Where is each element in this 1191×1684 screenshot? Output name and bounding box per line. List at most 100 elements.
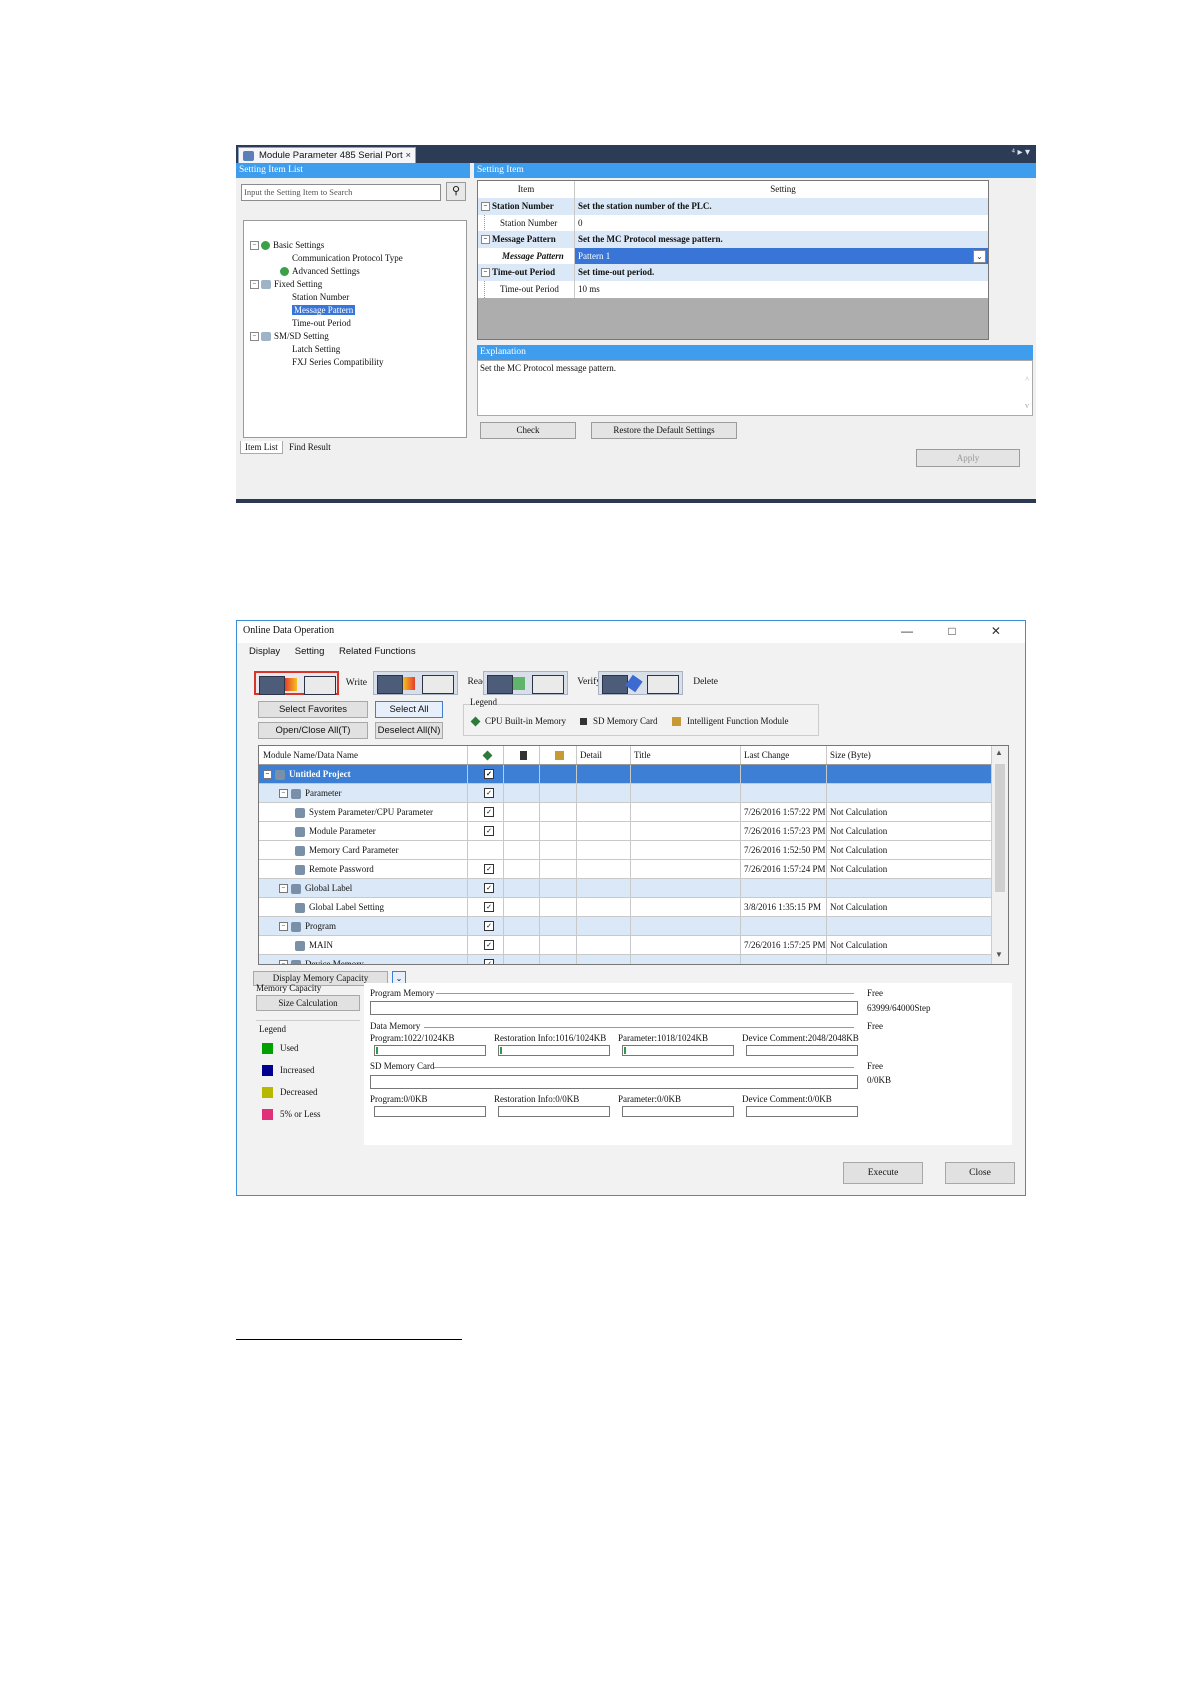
collapse-icon[interactable]: − <box>250 280 259 290</box>
data-item-icon <box>295 864 305 875</box>
row-name-cell: − Global Label <box>259 879 467 897</box>
open-close-all-button[interactable]: Open/Close All(T) <box>258 722 368 739</box>
dropdown-arrow-icon[interactable]: ⌄ <box>973 249 986 263</box>
scroll-up-icon[interactable]: ▲ <box>995 748 1003 757</box>
verify-mode-button[interactable]: Verify <box>483 671 601 695</box>
write-mode-button[interactable]: Write <box>254 671 367 695</box>
tree-item[interactable]: − Basic Settings <box>250 240 324 251</box>
close-tab-icon[interactable]: × <box>405 148 411 164</box>
row-checkbox[interactable]: ✓ <box>484 864 494 874</box>
grid-value-row[interactable]: Message Pattern Pattern 1 ⌄ <box>478 247 988 265</box>
settings-icon <box>261 332 271 342</box>
grid-setting-cell[interactable]: 10 ms <box>574 280 988 298</box>
scroll-up-icon[interactable]: ^ <box>1025 375 1029 384</box>
select-all-button[interactable]: Select All <box>375 701 443 718</box>
collapse-icon[interactable]: − <box>279 960 288 964</box>
read-mode-button[interactable]: Read <box>373 671 487 695</box>
table-row[interactable]: Global Label Setting ✓ 3/8/2016 1:35:15 PM… <box>259 898 991 917</box>
row-name-cell: − Program <box>259 917 467 935</box>
delete-mode-button[interactable]: Delete <box>598 671 718 695</box>
grid-setting-cell[interactable]: 0 <box>574 214 988 232</box>
menu-setting[interactable]: Setting <box>295 646 325 657</box>
collapse-icon[interactable]: − <box>263 770 272 780</box>
select-favorites-button[interactable]: Select Favorites <box>258 701 368 718</box>
grid-value-row[interactable]: Station Number 0 <box>478 214 988 232</box>
detail-column-header: Detail <box>576 746 630 764</box>
sd-program-label: Program:0/0KB <box>370 1094 428 1104</box>
table-scrollbar[interactable]: ▲ ▼ <box>991 746 1008 964</box>
plc-icon <box>647 675 679 694</box>
row-checkbox[interactable]: ✓ <box>484 826 494 836</box>
row-name-cell: MAIN <box>259 936 467 954</box>
explanation-text: Set the MC Protocol message pattern. <box>480 363 616 373</box>
table-row[interactable]: Remote Password ✓ 7/26/2016 1:57:24 PM Not … <box>259 860 991 879</box>
deselect-all-button[interactable]: Deselect All(N) <box>375 722 443 739</box>
row-checkbox[interactable]: ✓ <box>484 921 494 931</box>
item-list-tab[interactable]: Item List <box>240 441 283 454</box>
table-header-row: Module Name/Data Name Detail Title Last … <box>259 746 991 765</box>
module-parameter-tab[interactable]: Module Parameter 485 Serial Port × <box>238 147 416 163</box>
table-cell <box>503 860 539 878</box>
cpu-memory-column-header <box>467 746 503 764</box>
table-row[interactable]: MAIN ✓ 7/26/2016 1:57:25 PM Not Calculation <box>259 936 991 955</box>
collapse-icon[interactable]: − <box>279 789 288 799</box>
table-row[interactable]: − Program ✓ <box>259 917 991 936</box>
tree-item[interactable]: − SM/SD Setting <box>250 331 329 342</box>
table-row[interactable]: Memory Card Parameter 7/26/2016 1:52:50 P… <box>259 841 991 860</box>
row-checkbox[interactable]: ✓ <box>484 902 494 912</box>
tree-item[interactable]: Communication Protocol Type <box>292 253 403 263</box>
table-cell <box>630 860 740 878</box>
grid-category-row[interactable]: − Station Number Set the station number of… <box>478 198 988 215</box>
table-row[interactable]: System Parameter/CPU Parameter ✓ 7/26/2016… <box>259 803 991 822</box>
row-checkbox[interactable]: ✓ <box>484 883 494 893</box>
table-row[interactable]: − Global Label ✓ <box>259 879 991 898</box>
tab-scroll-controls[interactable]: ⁴ ▸ ▾ <box>1011 147 1030 158</box>
row-checkbox[interactable]: ✓ <box>484 807 494 817</box>
menu-related-functions[interactable]: Related Functions <box>339 646 416 657</box>
grid-setting-cell[interactable]: Pattern 1 <box>574 247 988 265</box>
binoculars-search-icon[interactable]: ⚲ <box>446 182 466 201</box>
collapse-icon[interactable]: − <box>279 884 288 894</box>
apply-button[interactable]: Apply <box>916 449 1020 467</box>
tree-item[interactable]: Message Pattern <box>292 305 356 315</box>
table-row[interactable]: − Device Memory ✓ <box>259 955 991 964</box>
tree-item-label: Time-out Period <box>292 318 351 328</box>
tree-item[interactable]: Time-out Period <box>292 318 351 328</box>
row-checkbox[interactable]: ✓ <box>484 940 494 950</box>
table-row[interactable]: Module Parameter ✓ 7/26/2016 1:57:23 PM Not… <box>259 822 991 841</box>
menu-display[interactable]: Display <box>249 646 280 657</box>
table-row[interactable]: − Untitled Project ✓ <box>259 765 991 784</box>
collapse-icon[interactable]: − <box>279 922 288 932</box>
grid-category-row[interactable]: − Time-out Period Set time-out period. <box>478 264 988 281</box>
collapse-icon[interactable]: − <box>250 241 259 251</box>
restore-default-settings-button[interactable]: Restore the Default Settings <box>591 422 737 439</box>
find-result-tab[interactable]: Find Result <box>285 441 335 453</box>
row-checkbox[interactable]: ✓ <box>484 769 494 779</box>
size-cell <box>826 955 991 964</box>
setting-column-header: Setting <box>574 181 988 198</box>
execute-button[interactable]: Execute <box>843 1162 923 1184</box>
size-calculation-button[interactable]: Size Calculation <box>256 995 360 1011</box>
row-checkbox[interactable]: ✓ <box>484 959 494 964</box>
collapse-icon[interactable]: − <box>250 332 259 342</box>
row-name-cell: Memory Card Parameter <box>259 841 467 859</box>
scroll-down-icon[interactable]: ▼ <box>995 950 1003 959</box>
scroll-down-icon[interactable]: v <box>1025 401 1029 410</box>
search-input[interactable]: Input the Setting Item to Search <box>241 184 441 201</box>
table-cell <box>630 879 740 897</box>
row-checkbox[interactable]: ✓ <box>484 788 494 798</box>
window-controls[interactable]: — □ ✕ <box>901 621 1017 641</box>
tree-item[interactable]: Latch Setting <box>292 344 340 354</box>
legend-label: Increased <box>280 1065 315 1075</box>
check-button[interactable]: Check <box>480 422 576 439</box>
table-row[interactable]: − Parameter ✓ <box>259 784 991 803</box>
tree-item[interactable]: Station Number <box>292 292 349 302</box>
grid-value-row[interactable]: Time-out Period 10 ms <box>478 280 988 298</box>
close-button[interactable]: Close <box>945 1162 1015 1184</box>
tree-item[interactable]: − Fixed Setting <box>250 279 322 290</box>
scroll-thumb[interactable] <box>995 764 1005 892</box>
grid-category-row[interactable]: − Message Pattern Set the MC Protocol mess… <box>478 231 988 248</box>
tree-item[interactable]: Advanced Settings <box>280 266 360 277</box>
tree-item[interactable]: FXJ Series Compatibility <box>292 357 384 367</box>
settings-icon <box>261 280 271 290</box>
